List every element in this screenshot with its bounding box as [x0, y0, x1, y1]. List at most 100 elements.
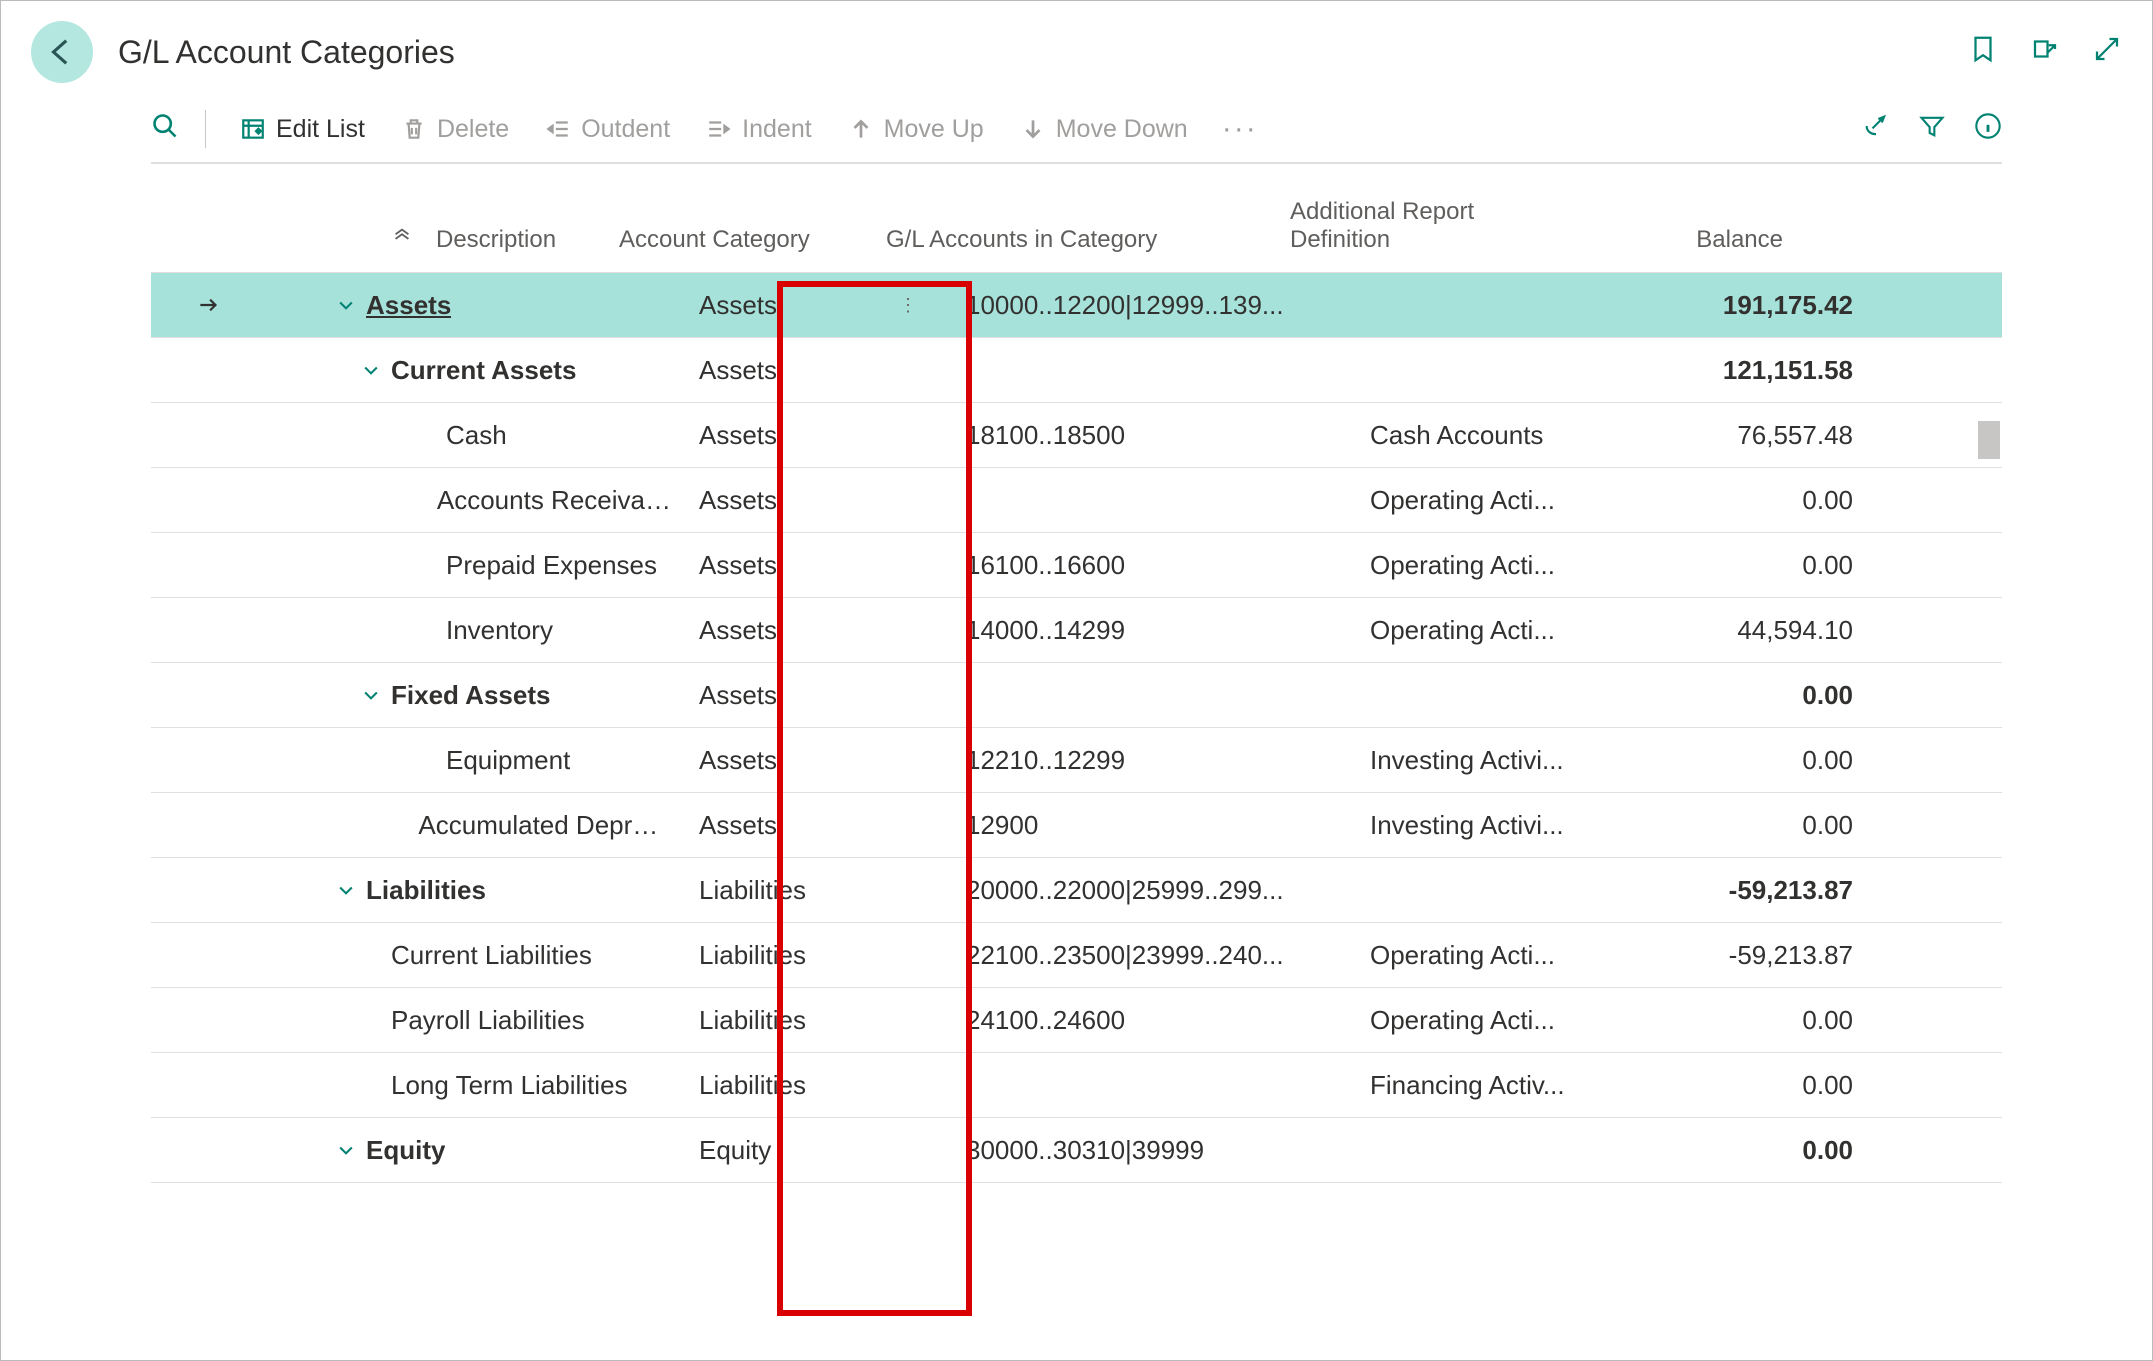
- table-row[interactable]: EquityEquity30000..30310|399990.00: [151, 1118, 2002, 1183]
- description-cell[interactable]: Prepaid Expenses: [151, 533, 671, 597]
- filter-icon[interactable]: [1918, 112, 1946, 146]
- description-cell[interactable]: Long Term Liabilities: [151, 1053, 671, 1117]
- row-balance: 0.00: [1633, 485, 1863, 516]
- table-row[interactable]: Payroll LiabilitiesLiabilities24100..246…: [151, 988, 2002, 1053]
- description-cell[interactable]: Accounts Receivable: [151, 468, 671, 532]
- row-gl-accounts[interactable]: 10000..12200|12999..139...: [956, 290, 1370, 321]
- bookmark-icon[interactable]: [1968, 34, 1998, 70]
- row-actions-icon[interactable]: ⋮: [899, 301, 917, 309]
- description-cell[interactable]: Current Assets: [151, 338, 671, 402]
- row-balance: 0.00: [1633, 1070, 1863, 1101]
- outdent-button[interactable]: Outdent: [537, 111, 678, 148]
- row-description: Current Liabilities: [391, 940, 592, 971]
- table-row[interactable]: LiabilitiesLiabilities20000..22000|25999…: [151, 858, 2002, 923]
- table-row[interactable]: Fixed AssetsAssets0.00: [151, 663, 2002, 728]
- description-cell[interactable]: Payroll Liabilities: [151, 988, 671, 1052]
- description-cell[interactable]: Liabilities: [151, 858, 671, 922]
- col-balance[interactable]: Balance: [1553, 198, 1783, 254]
- row-gl-accounts[interactable]: 30000..30310|39999: [956, 1135, 1370, 1166]
- move-down-button[interactable]: Move Down: [1012, 111, 1196, 148]
- edit-list-button[interactable]: Edit List: [232, 111, 373, 148]
- table-row[interactable]: Current AssetsAssets121,151.58: [151, 338, 2002, 403]
- row-gl-accounts[interactable]: 16100..16600: [956, 550, 1370, 581]
- row-gl-accounts[interactable]: 12210..12299: [956, 745, 1370, 776]
- expand-icon[interactable]: [2092, 34, 2122, 70]
- row-category[interactable]: Assets: [671, 810, 956, 841]
- scrollbar-thumb[interactable]: [1978, 421, 2000, 459]
- row-category[interactable]: Liabilities: [671, 1070, 956, 1101]
- more-actions-button[interactable]: ···: [1216, 112, 1264, 146]
- row-gl-accounts[interactable]: 20000..22000|25999..299...: [956, 875, 1370, 906]
- table-row[interactable]: Equipment Assets12210..12299Investing Act…: [151, 728, 2002, 793]
- row-additional-report[interactable]: Investing Activi...: [1370, 810, 1633, 841]
- delete-button[interactable]: Delete: [393, 111, 517, 148]
- outdent-label: Outdent: [581, 115, 670, 144]
- row-balance: 44,594.10: [1633, 615, 1863, 646]
- description-cell[interactable]: Equity: [151, 1118, 671, 1182]
- description-cell[interactable]: Assets: [151, 273, 671, 337]
- indent-button[interactable]: Indent: [698, 111, 820, 148]
- row-category[interactable]: Assets: [671, 680, 956, 711]
- row-gl-accounts[interactable]: 14000..14299: [956, 615, 1370, 646]
- table-row[interactable]: Long Term LiabilitiesLiabilities Financin…: [151, 1053, 2002, 1118]
- row-category[interactable]: Assets: [671, 745, 956, 776]
- description-cell[interactable]: Fixed Assets: [151, 663, 671, 727]
- row-category[interactable]: Assets: [671, 550, 956, 581]
- description-cell[interactable]: Current Liabilities: [151, 923, 671, 987]
- table-row[interactable]: Prepaid Expenses Assets16100..16600Operat…: [151, 533, 2002, 598]
- row-marker: [191, 292, 226, 318]
- row-additional-report[interactable]: Operating Acti...: [1370, 940, 1633, 971]
- table-row[interactable]: InventoryAssets14000..14299Operating Act…: [151, 598, 2002, 663]
- row-additional-report[interactable]: Cash Accounts: [1370, 420, 1633, 451]
- chevron-down-icon[interactable]: [351, 360, 391, 380]
- row-additional-report[interactable]: Operating Acti...: [1370, 485, 1633, 516]
- row-additional-report[interactable]: Financing Activ...: [1370, 1070, 1633, 1101]
- row-description: Fixed Assets: [391, 680, 550, 711]
- row-category[interactable]: Assets: [671, 420, 956, 451]
- row-category[interactable]: Assets: [671, 615, 956, 646]
- row-additional-report[interactable]: Operating Acti...: [1370, 1005, 1633, 1036]
- share-icon[interactable]: [1862, 112, 1890, 146]
- row-category[interactable]: Equity: [671, 1135, 956, 1166]
- table-row[interactable]: AssetsAssets10000..12200|12999..139...19…: [151, 273, 2002, 338]
- back-button[interactable]: [31, 21, 93, 83]
- table-row[interactable]: Current Liabilities Liabilities22100..235…: [151, 923, 2002, 988]
- table-row[interactable]: Accounts ReceivableAssets Operating Acti.…: [151, 468, 2002, 533]
- indent-label: Indent: [742, 115, 812, 144]
- table-row[interactable]: Accumulated Deprecia...Assets12900Invest…: [151, 793, 2002, 858]
- row-description: Equipment: [446, 745, 570, 776]
- grid-header: Description Account Category G/L Account…: [151, 174, 2002, 272]
- row-gl-accounts[interactable]: 12900: [956, 810, 1370, 841]
- row-category[interactable]: Liabilities: [671, 875, 956, 906]
- row-gl-accounts[interactable]: 22100..23500|23999..240...: [956, 940, 1370, 971]
- col-additional-report[interactable]: Additional Report Definition: [1290, 198, 1553, 254]
- row-additional-report[interactable]: Operating Acti...: [1370, 615, 1633, 646]
- move-up-button[interactable]: Move Up: [840, 111, 992, 148]
- row-category[interactable]: Assets: [671, 355, 956, 386]
- chevron-down-icon[interactable]: [326, 880, 366, 900]
- description-cell[interactable]: Equipment: [151, 728, 671, 792]
- row-category[interactable]: Liabilities: [671, 1005, 956, 1036]
- row-additional-report[interactable]: Operating Acti...: [1370, 550, 1633, 581]
- col-account-category[interactable]: Account Category: [591, 198, 876, 254]
- description-cell[interactable]: Cash: [151, 403, 671, 467]
- row-gl-accounts[interactable]: 18100..18500: [956, 420, 1370, 451]
- col-description[interactable]: Description: [291, 198, 591, 254]
- row-category[interactable]: Assets: [671, 485, 956, 516]
- row-description: Prepaid Expenses: [446, 550, 657, 581]
- chevron-down-icon[interactable]: [351, 685, 391, 705]
- row-category[interactable]: Liabilities: [671, 940, 956, 971]
- col-gl-accounts[interactable]: G/L Accounts in Category: [876, 198, 1290, 254]
- row-additional-report[interactable]: Investing Activi...: [1370, 745, 1633, 776]
- row-gl-accounts[interactable]: 24100..24600: [956, 1005, 1370, 1036]
- table-row[interactable]: CashAssets18100..18500Cash Accounts76,55…: [151, 403, 2002, 468]
- chevron-down-icon[interactable]: [326, 1140, 366, 1160]
- search-button[interactable]: [151, 112, 179, 146]
- description-cell[interactable]: Inventory: [151, 598, 671, 662]
- row-description: Assets: [366, 290, 451, 321]
- collapse-all-icon[interactable]: [391, 226, 413, 255]
- popout-icon[interactable]: [2030, 34, 2060, 70]
- info-icon[interactable]: [1974, 112, 2002, 146]
- description-cell[interactable]: Accumulated Deprecia...: [151, 793, 671, 857]
- chevron-down-icon[interactable]: [326, 295, 366, 315]
